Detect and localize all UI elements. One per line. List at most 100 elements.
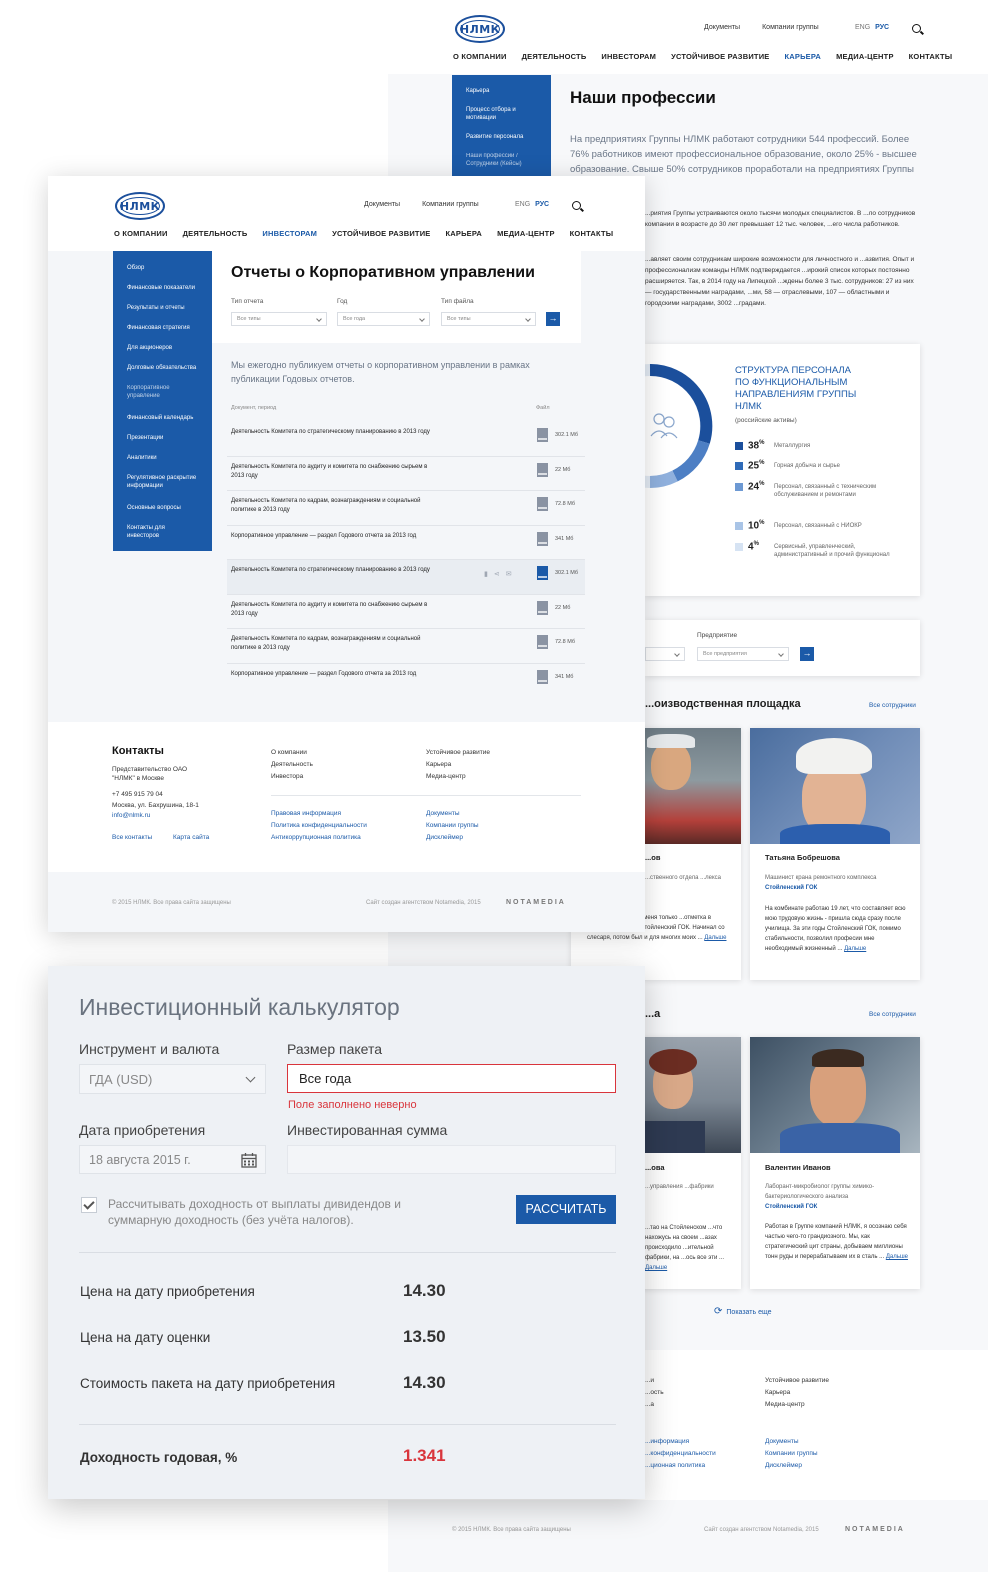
show-more-button[interactable]: ⟳ Показать еще [714,1306,772,1317]
footer-partial-link-b[interactable]: ...информация [645,1436,716,1448]
instrument-select[interactable]: ГДА (USD) [79,1064,266,1094]
sidebar-item-overview[interactable]: Обзор [113,264,212,284]
nav-activity[interactable]: ДЕЯТЕЛЬНОСТЬ [522,52,587,61]
footer-link-disclaimer[interactable]: Дисклеймер [426,832,479,844]
sitemap-link[interactable]: Карта сайта [173,834,209,841]
person2-more[interactable]: Дальше [886,1254,908,1260]
year-select[interactable]: Все года [337,312,430,326]
footer-link-sustainability[interactable]: Устойчивое развитие [426,747,490,759]
documents-link[interactable]: Документы [364,201,400,208]
pdf-icon[interactable] [537,428,548,442]
lang-ru[interactable]: РУС [535,201,549,208]
table-row-hovered[interactable]: Деятельность Комитета по стратегическому… [227,560,585,595]
footer-partial-link[interactable]: ...ость [645,1387,664,1399]
xls-icon[interactable] [537,497,548,511]
footer-link-anticorruption[interactable]: Антикоррупционная политика [271,832,367,844]
nlmk-logo[interactable]: НЛМК [115,192,165,220]
footer-partial-link-b[interactable]: ...конфиденциальности [645,1448,716,1460]
footer-link-privacy[interactable]: Политика конфиденциальности [271,820,367,832]
footer-link-activity[interactable]: Деятельность [271,759,313,771]
sidebar-item-results[interactable]: Результаты и отчеты [113,304,212,324]
nav-activity[interactable]: ДЕЯТЕЛЬНОСТЬ [183,229,248,238]
sidebar-item-disclosure[interactable]: Регулятивное раскрытие информации [113,474,212,504]
footer-link-sustainability[interactable]: Устойчивое развитие [765,1375,829,1387]
sidebar-item-faq[interactable]: Основные вопросы [113,504,212,524]
pdf-icon[interactable] [537,601,548,615]
documents-link[interactable]: Документы [704,24,740,31]
share-icon[interactable]: ⋖ [494,570,500,578]
table-row[interactable]: Корпоративное управление — раздел Годово… [227,664,585,698]
all-staff-link-2[interactable]: Все сотрудники [869,1011,916,1018]
sidebar-item-selection[interactable]: Процесс отбора и мотивации [452,106,551,122]
footer-link-legal[interactable]: Правовая информация [271,808,367,820]
calendar-icon[interactable] [241,1152,257,1168]
mail-icon[interactable]: ✉ [506,570,512,578]
footer-link-media[interactable]: Медиа-центр [765,1399,829,1411]
footer-link-disclaimer[interactable]: Дисклеймер [765,1460,818,1472]
footer-partial-link-b[interactable]: ...ционная политика [645,1460,716,1472]
nav-media[interactable]: МЕДИА-ЦЕНТР [497,229,555,238]
sidebar-item-ir-contacts[interactable]: Контакты для инвесторов [113,524,212,544]
nlmk-logo[interactable]: НЛМК [455,15,505,43]
dividends-checkbox[interactable] [81,1197,97,1213]
xls-icon[interactable] [537,670,548,684]
sidebar-item-calendar[interactable]: Финансовый календарь [113,414,212,434]
footer-link-documents[interactable]: Документы [426,808,479,820]
sidebar-item-presentations[interactable]: Презентации [113,434,212,454]
sidebar-item-debt[interactable]: Долговые обязательства [113,364,212,384]
table-row[interactable]: Деятельность Комитета по кадрам, вознагр… [227,491,585,526]
partial2-more[interactable]: Дальше [645,1265,667,1271]
footer-link-documents[interactable]: Документы [765,1436,818,1448]
package-size-input[interactable] [287,1064,616,1093]
nav-sustainability[interactable]: УСТОЙЧИВОЕ РАЗВИТИЕ [332,229,430,238]
nav-media[interactable]: МЕДИА-ЦЕНТР [836,52,894,61]
search-icon[interactable] [572,201,581,210]
footer-partial-link[interactable]: ...и [645,1375,664,1387]
table-row[interactable]: Деятельность Комитета по аудиту и комите… [227,595,585,629]
reports-notamedia-logo[interactable]: NOTAMEDIA [506,899,566,906]
search-icon[interactable] [912,24,921,33]
nav-contacts[interactable]: КОНТАКТЫ [909,52,953,61]
nav-sustainability[interactable]: УСТОЙЧИВОЕ РАЗВИТИЕ [671,52,769,61]
report-type-select[interactable]: Все типы [231,312,327,326]
partial1-more[interactable]: Дальше [704,935,726,941]
all-staff-link[interactable]: Все сотрудники [869,702,916,709]
invested-sum-input[interactable] [287,1145,616,1174]
filter-previous-select[interactable] [645,647,685,661]
lang-en[interactable]: ENG [515,201,530,208]
table-row[interactable]: Деятельность Комитета по кадрам, вознагр… [227,629,585,664]
dividends-checkbox-label[interactable]: Рассчитывать доходность от выплаты дивид… [108,1196,408,1228]
career-notamedia-logo[interactable]: NOTAMEDIA [845,1526,905,1533]
lang-en[interactable]: ENG [855,24,870,31]
person1-company[interactable]: Стойленский ГОК [765,885,817,891]
nav-about[interactable]: О КОМПАНИИ [453,52,507,61]
sidebar-item-career[interactable]: Карьера [452,87,551,95]
table-row[interactable]: Корпоративное управление — раздел Годово… [227,526,585,560]
xls-icon[interactable] [537,635,548,649]
footer-link-investors[interactable]: Инвестора [271,771,313,783]
footer-link-career[interactable]: Карьера [765,1387,829,1399]
person2-company[interactable]: Стойленский ГОК [765,1204,817,1210]
nav-investors[interactable]: ИНВЕСТОРАМ [262,229,317,238]
filter-go-button[interactable]: → [800,647,814,661]
document-icon[interactable]: ▮ [484,570,488,578]
table-row[interactable]: Деятельность Комитета по аудиту и комите… [227,457,585,491]
sidebar-item-analysts[interactable]: Аналитики [113,454,212,474]
sidebar-item-financials[interactable]: Финансовые показатели [113,284,212,304]
pdf-icon[interactable] [537,566,548,580]
table-row[interactable]: Деятельность Комитета по стратегическому… [227,422,585,457]
footer-partial-link[interactable]: ...а [645,1399,664,1411]
calculate-button[interactable]: РАССЧИТАТЬ [516,1195,616,1224]
enterprise-select[interactable]: Все предприятия [697,647,789,661]
sidebar-item-governance[interactable]: Корпоративное управление [113,384,212,414]
sidebar-item-professions[interactable]: Наши профессии / Сотрудники (Кейсы) [452,152,551,168]
all-contacts-link[interactable]: Все контакты [112,834,152,841]
file-type-select[interactable]: Все типы [441,312,536,326]
group-companies-link[interactable]: Компании группы [422,201,479,208]
nav-investors[interactable]: ИНВЕСТОРАМ [601,52,656,61]
apply-filter-button[interactable]: → [546,312,560,326]
footer-link-about[interactable]: О компании [271,747,313,759]
lang-ru[interactable]: РУС [875,24,889,31]
pdf-icon[interactable] [537,463,548,477]
nav-contacts[interactable]: КОНТАКТЫ [570,229,614,238]
